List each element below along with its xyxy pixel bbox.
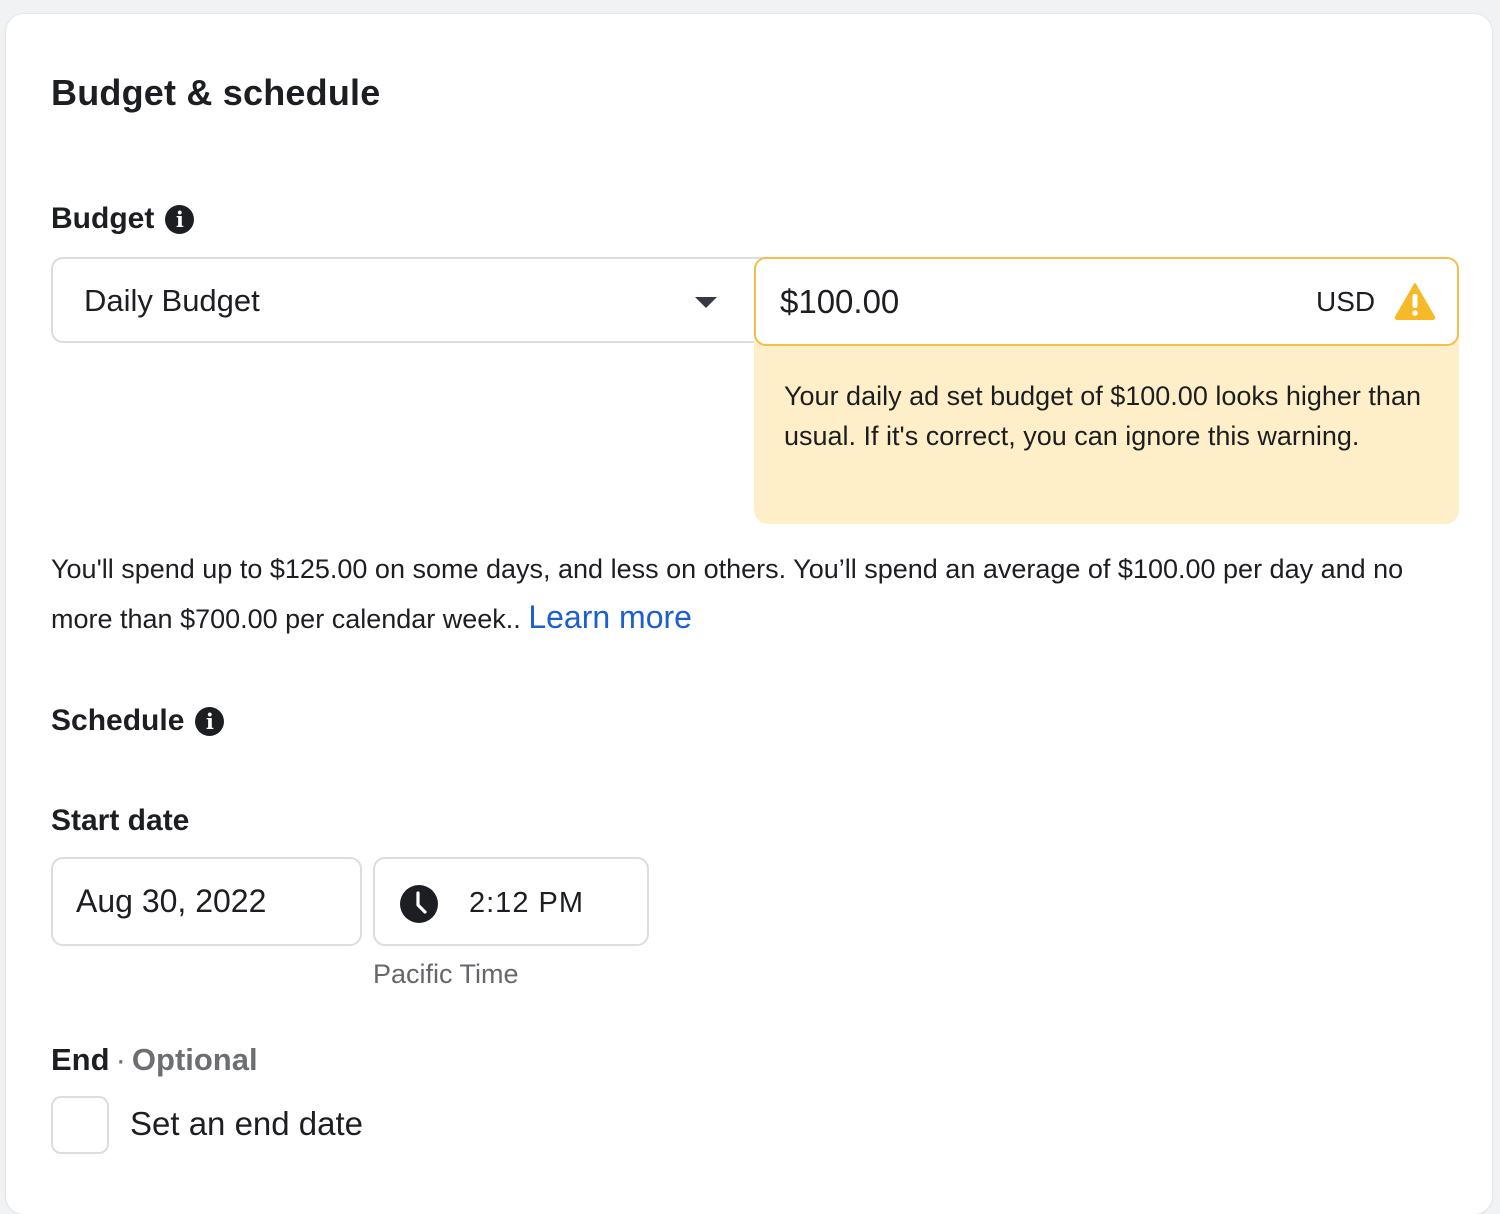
budget-type-dropdown[interactable]: Daily Budget: [51, 257, 767, 343]
optional-label: Optional: [131, 1042, 258, 1077]
clock-icon: [400, 885, 438, 923]
currency-label: USD: [1316, 286, 1376, 317]
info-icon[interactable]: i: [165, 204, 195, 234]
set-end-date-label[interactable]: Set an end date: [130, 1105, 363, 1143]
budget-warning-container: $100.00 USD Your daily ad set budget of …: [754, 257, 1459, 524]
start-time-input[interactable]: 2:12 PM: [373, 857, 649, 946]
section-title: Budget & schedule: [51, 72, 381, 113]
start-date-value: Aug 30, 2022: [76, 883, 267, 919]
budget-type-value: Daily Budget: [84, 283, 260, 318]
budget-warning-message: Your daily ad set budget of $100.00 look…: [784, 381, 1421, 451]
schedule-label-row: Schedule i: [51, 704, 225, 738]
budget-label: Budget: [51, 202, 155, 235]
start-date-input[interactable]: Aug 30, 2022: [51, 857, 362, 946]
learn-more-link[interactable]: Learn more: [528, 599, 692, 635]
budget-amount-value: $100.00: [780, 283, 900, 320]
timezone-label: Pacific Time: [373, 959, 519, 989]
spend-info-text: You'll spend up to $125.00 on some days,…: [51, 554, 1404, 634]
budget-label-row: Budget i: [51, 202, 195, 236]
start-time-value: 2:12 PM: [469, 887, 584, 919]
spend-info: You'll spend up to $125.00 on some days,…: [51, 545, 1471, 643]
schedule-label: Schedule: [51, 704, 185, 737]
warning-icon: [1394, 283, 1436, 320]
caret-down-icon: [695, 297, 717, 308]
end-label-row: End · Optional: [51, 1042, 258, 1078]
start-date-label: Start date: [51, 804, 190, 837]
budget-schedule-card: Budget & schedule Budget i Daily Budget …: [6, 14, 1492, 1214]
set-end-date-checkbox[interactable]: [51, 1096, 109, 1154]
separator-dot: ·: [115, 1042, 126, 1077]
end-label: End: [51, 1042, 110, 1077]
info-icon[interactable]: i: [195, 706, 225, 736]
budget-amount-input[interactable]: $100.00 USD: [754, 257, 1459, 346]
